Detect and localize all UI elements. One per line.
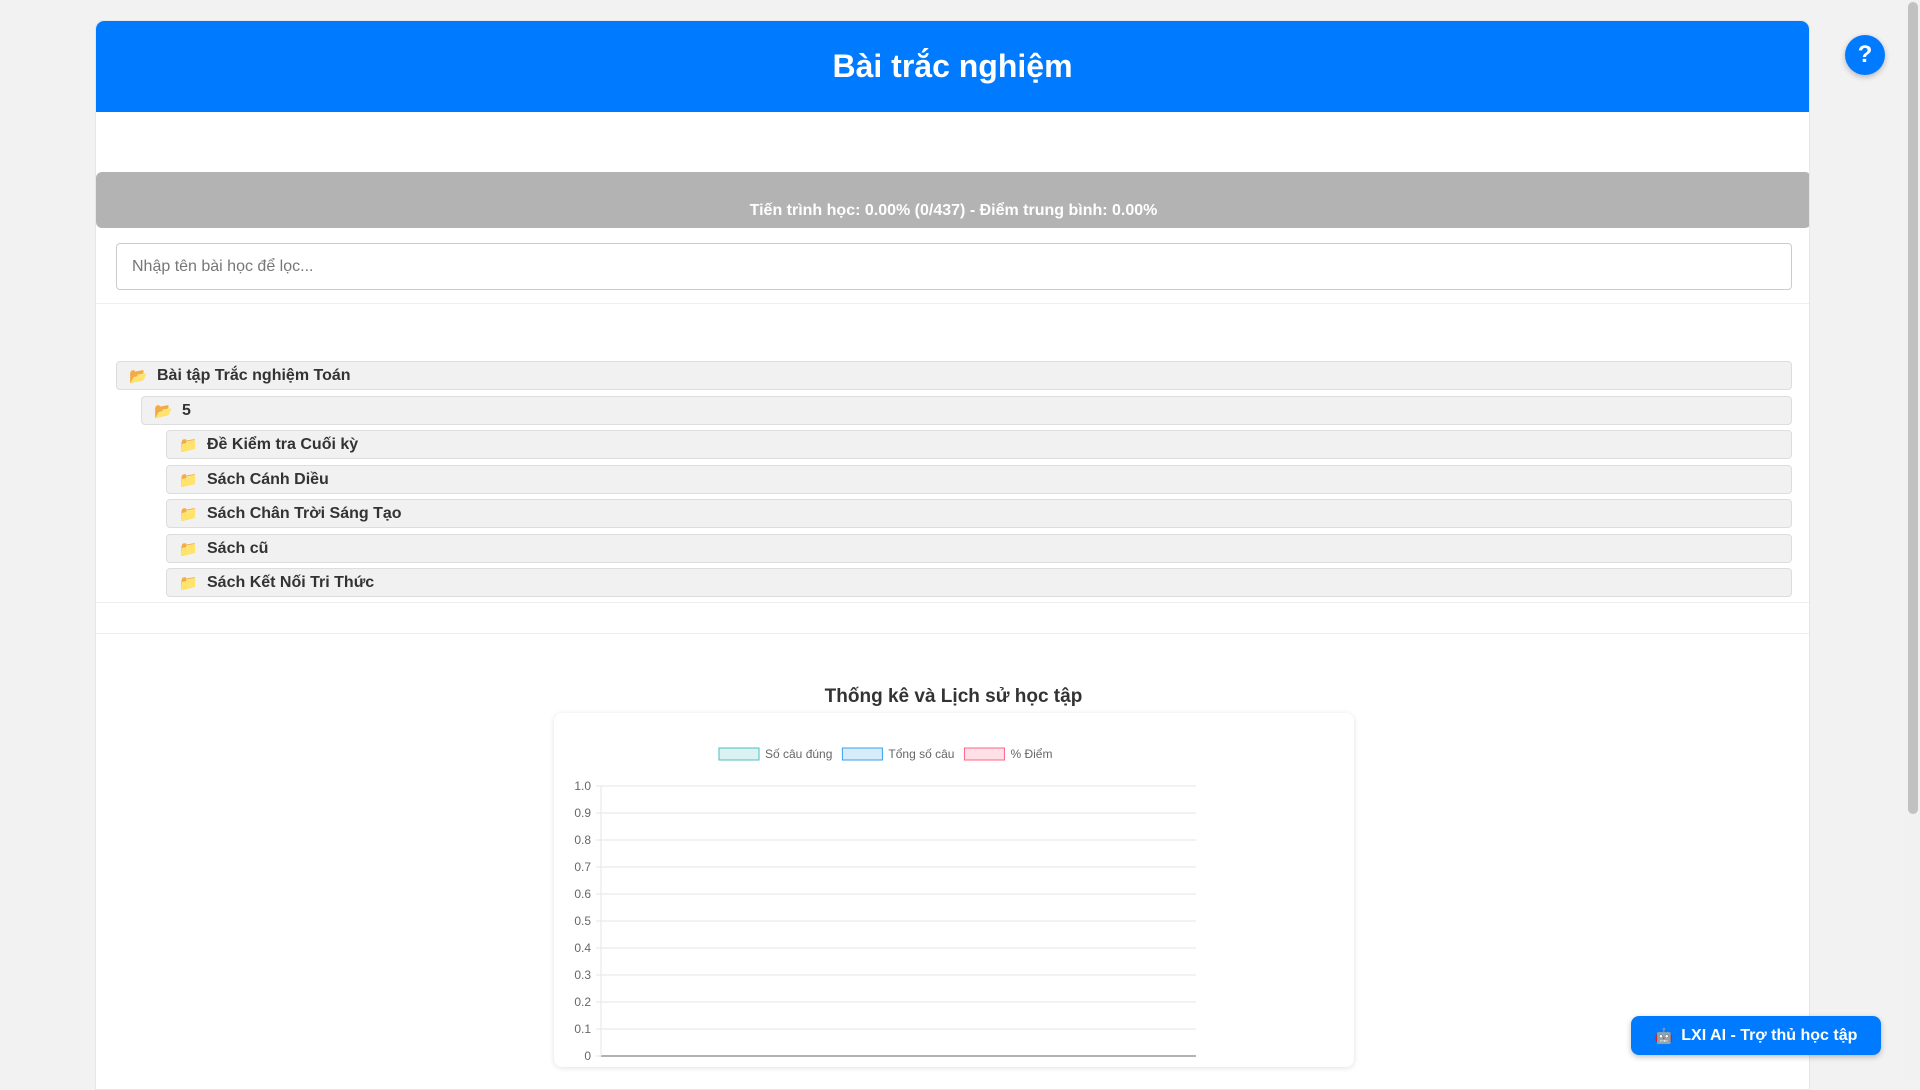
scrollbar-thumb[interactable] xyxy=(1908,2,1918,814)
tree-item-sach-cu[interactable]: 📁 Sách cũ xyxy=(166,534,1792,563)
y-tick-label: 0.7 xyxy=(574,860,591,874)
tree-item-final-exam[interactable]: 📁 Đề Kiểm tra Cuối kỳ xyxy=(166,430,1792,459)
tree-item-label: Bài tập Trắc nghiệm Toán xyxy=(157,366,351,384)
tree-item-root[interactable]: 📂 Bài tập Trắc nghiệm Toán xyxy=(116,361,1792,390)
y-tick-label: 0.4 xyxy=(574,941,591,955)
legend-label: Số câu đúng xyxy=(765,747,832,761)
ai-assistant-label: LXI AI - Trợ thủ học tập xyxy=(1681,1026,1858,1044)
main-container: Bài trắc nghiệm Tiến trình học: 0.00% (0… xyxy=(95,20,1810,1090)
stats-title: Thống kê và Lịch sử học tập xyxy=(824,686,1083,707)
legend-label: Tổng số câu xyxy=(888,747,954,761)
tree-item-ket-noi-tri-thuc[interactable]: 📁 Sách Kết Nối Tri Thức xyxy=(166,568,1792,597)
folder-icon: 📁 xyxy=(179,436,198,454)
help-button[interactable]: ? xyxy=(1845,35,1885,75)
tree-item-label: Sách Cánh Diều xyxy=(207,470,329,488)
y-tick-label: 0.3 xyxy=(574,968,591,982)
tree-item-label: 5 xyxy=(182,401,191,419)
stats-chart: Số câu đúng Tổng số câu % Điểm 1.0 0.9 0.8 0.7… xyxy=(574,747,1196,1063)
legend-swatch xyxy=(841,747,883,761)
folder-icon: 📁 xyxy=(179,471,198,489)
y-tick-label: 0.6 xyxy=(574,887,591,901)
y-tick-label: 0.2 xyxy=(574,995,591,1009)
open-folder-icon: 📂 xyxy=(154,402,173,420)
legend-label: % Điểm xyxy=(1010,747,1052,761)
open-folder-icon: 📂 xyxy=(129,367,148,385)
robot-icon: 🤖 xyxy=(1654,1027,1674,1045)
search-wrapper xyxy=(116,243,1792,290)
folder-icon: 📁 xyxy=(179,505,198,523)
page-header: Bài trắc nghiệm xyxy=(96,21,1809,112)
y-tick-label: 0.1 xyxy=(574,1022,591,1036)
tree-item-label: Sách Kết Nối Tri Thức xyxy=(207,573,375,591)
tree-item-grade[interactable]: 📂 5 xyxy=(141,396,1792,425)
lesson-filter-input[interactable] xyxy=(116,243,1792,290)
y-tick-label: 0.8 xyxy=(574,833,591,847)
y-tick-label: 0.5 xyxy=(574,914,591,928)
lesson-tree: 📂 Bài tập Trắc nghiệm Toán 📂 5 📁 Đề Kiểm… xyxy=(96,303,1809,603)
tree-item-label: Sách Chân Trời Sáng Tạo xyxy=(207,504,402,522)
progress-text: Tiến trình học: 0.00% (0/437) - Điểm tru… xyxy=(749,202,1158,219)
legend-swatch xyxy=(718,747,760,761)
progress-bar: Tiến trình học: 0.00% (0/437) - Điểm tru… xyxy=(96,172,1809,228)
folder-icon: 📁 xyxy=(179,540,198,558)
legend-swatch xyxy=(963,747,1005,761)
ai-assistant-button[interactable]: 🤖 LXI AI - Trợ thủ học tập xyxy=(1631,1016,1881,1055)
section-divider xyxy=(96,633,1809,634)
tree-item-label: Sách cũ xyxy=(207,539,269,557)
y-tick-label: 1.0 xyxy=(574,779,591,793)
tree-item-chan-troi-sang-tao[interactable]: 📁 Sách Chân Trời Sáng Tạo xyxy=(166,499,1792,528)
tree-item-label: Đề Kiểm tra Cuối kỳ xyxy=(207,435,359,453)
page-scrollbar[interactable] xyxy=(1905,0,1920,1080)
y-tick-label: 0.9 xyxy=(574,806,591,820)
folder-icon: 📁 xyxy=(179,574,198,592)
stats-chart-card: Số câu đúng Tổng số câu % Điểm 1.0 0.9 0.8 0.7… xyxy=(554,713,1354,1067)
tree-item-canh-dieu[interactable]: 📁 Sách Cánh Diều xyxy=(166,465,1792,494)
page-title: Bài trắc nghiệm xyxy=(832,48,1073,84)
y-tick-label: 0 xyxy=(584,1049,591,1063)
